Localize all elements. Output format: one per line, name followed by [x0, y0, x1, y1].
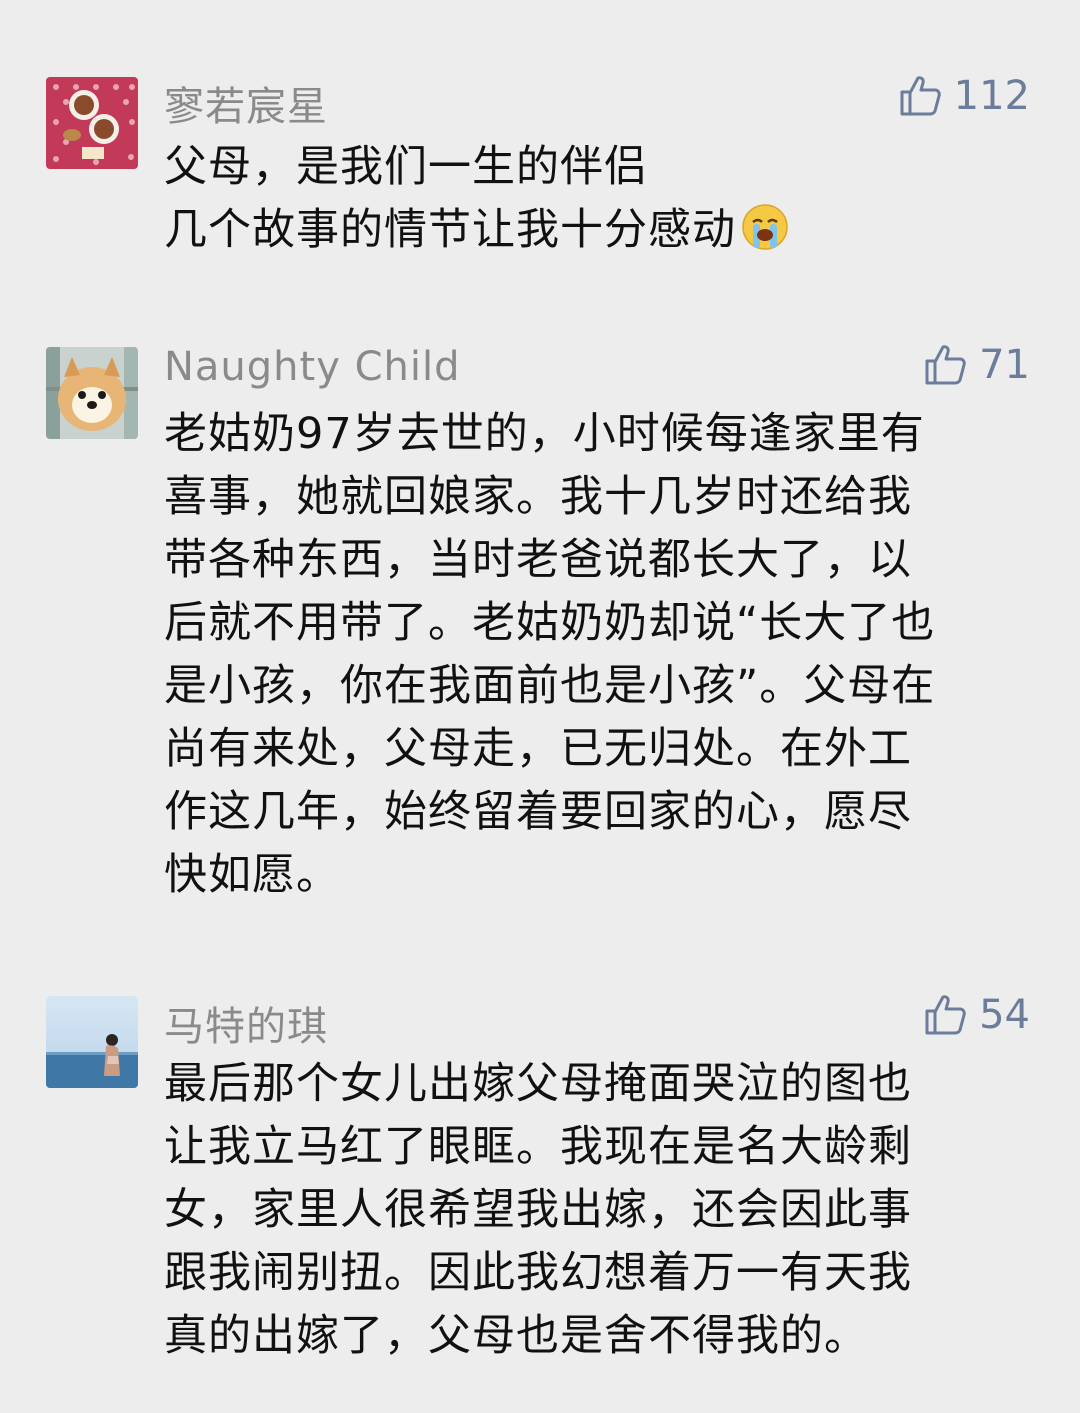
comment-text: 父母，是我们一生的伴侣 几个故事的情节让我十分感动 [164, 136, 1024, 262]
like-count: 112 [953, 73, 1030, 119]
like-button[interactable]: 71 [921, 341, 1030, 389]
text-line: 几个故事的情节让我十分感动 [164, 199, 1024, 262]
text-line: 快如愿。 [164, 850, 340, 900]
comment-text: 最后那个女儿出嫁父母掩面哭泣的图也 让我立马红了眼眶。我现在是名大龄剩 女，家里… [164, 1053, 1024, 1368]
like-button[interactable]: 112 [896, 72, 1030, 120]
text-line: 最后那个女儿出嫁父母掩面哭泣的图也 [164, 1059, 912, 1109]
text-line-content: 几个故事的情节让我十分感动 [164, 205, 736, 255]
text-line: 喜事，她就回娘家。我十几岁时还给我 [164, 472, 912, 522]
user-avatar[interactable] [46, 77, 138, 169]
nickname[interactable]: Naughty Child [164, 344, 461, 390]
like-count: 54 [979, 992, 1030, 1038]
text-line: 尚有来处，父母走，已无归处。在外工 [164, 724, 912, 774]
like-button[interactable]: 54 [921, 991, 1030, 1039]
comment-text: 老姑奶97岁去世的，小时候每逢家里有 喜事，她就回娘家。我十几岁时还给我 带各种… [164, 403, 1024, 907]
thumbs-up-icon [925, 345, 966, 385]
user-avatar[interactable] [46, 347, 138, 439]
text-line: 跟我闹别扭。因此我幻想着万一有天我 [164, 1248, 912, 1298]
text-line: 是小孩，你在我面前也是小孩”。父母在 [164, 661, 936, 711]
nickname[interactable]: 马特的琪 [164, 994, 328, 1052]
seaside-girl-avatar-icon [46, 996, 138, 1088]
thumbs-up-icon [900, 76, 941, 116]
thumbs-up-icon [925, 995, 966, 1035]
text-line: 真的出嫁了，父母也是舍不得我的。 [164, 1311, 868, 1361]
coffee-cups-avatar-icon [46, 77, 138, 169]
text-line: 让我立马红了眼眶。我现在是名大龄剩 [164, 1122, 912, 1172]
nickname[interactable]: 寥若宸星 [164, 74, 328, 132]
user-avatar[interactable] [46, 996, 138, 1088]
crying-face-emoji-icon [742, 204, 788, 250]
text-line: 父母，是我们一生的伴侣 [164, 142, 648, 192]
text-line: 老姑奶97岁去世的，小时候每逢家里有 [164, 409, 925, 459]
text-line: 作这几年，始终留着要回家的心，愿尽 [164, 787, 912, 837]
text-line: 女，家里人很希望我出嫁，还会因此事 [164, 1185, 912, 1235]
pomeranian-dog-avatar-icon [46, 347, 138, 439]
text-line: 后就不用带了。老姑奶奶却说“长大了也 [164, 598, 936, 648]
like-count: 71 [979, 342, 1030, 388]
text-line: 带各种东西，当时老爸说都长大了，以 [164, 535, 912, 585]
